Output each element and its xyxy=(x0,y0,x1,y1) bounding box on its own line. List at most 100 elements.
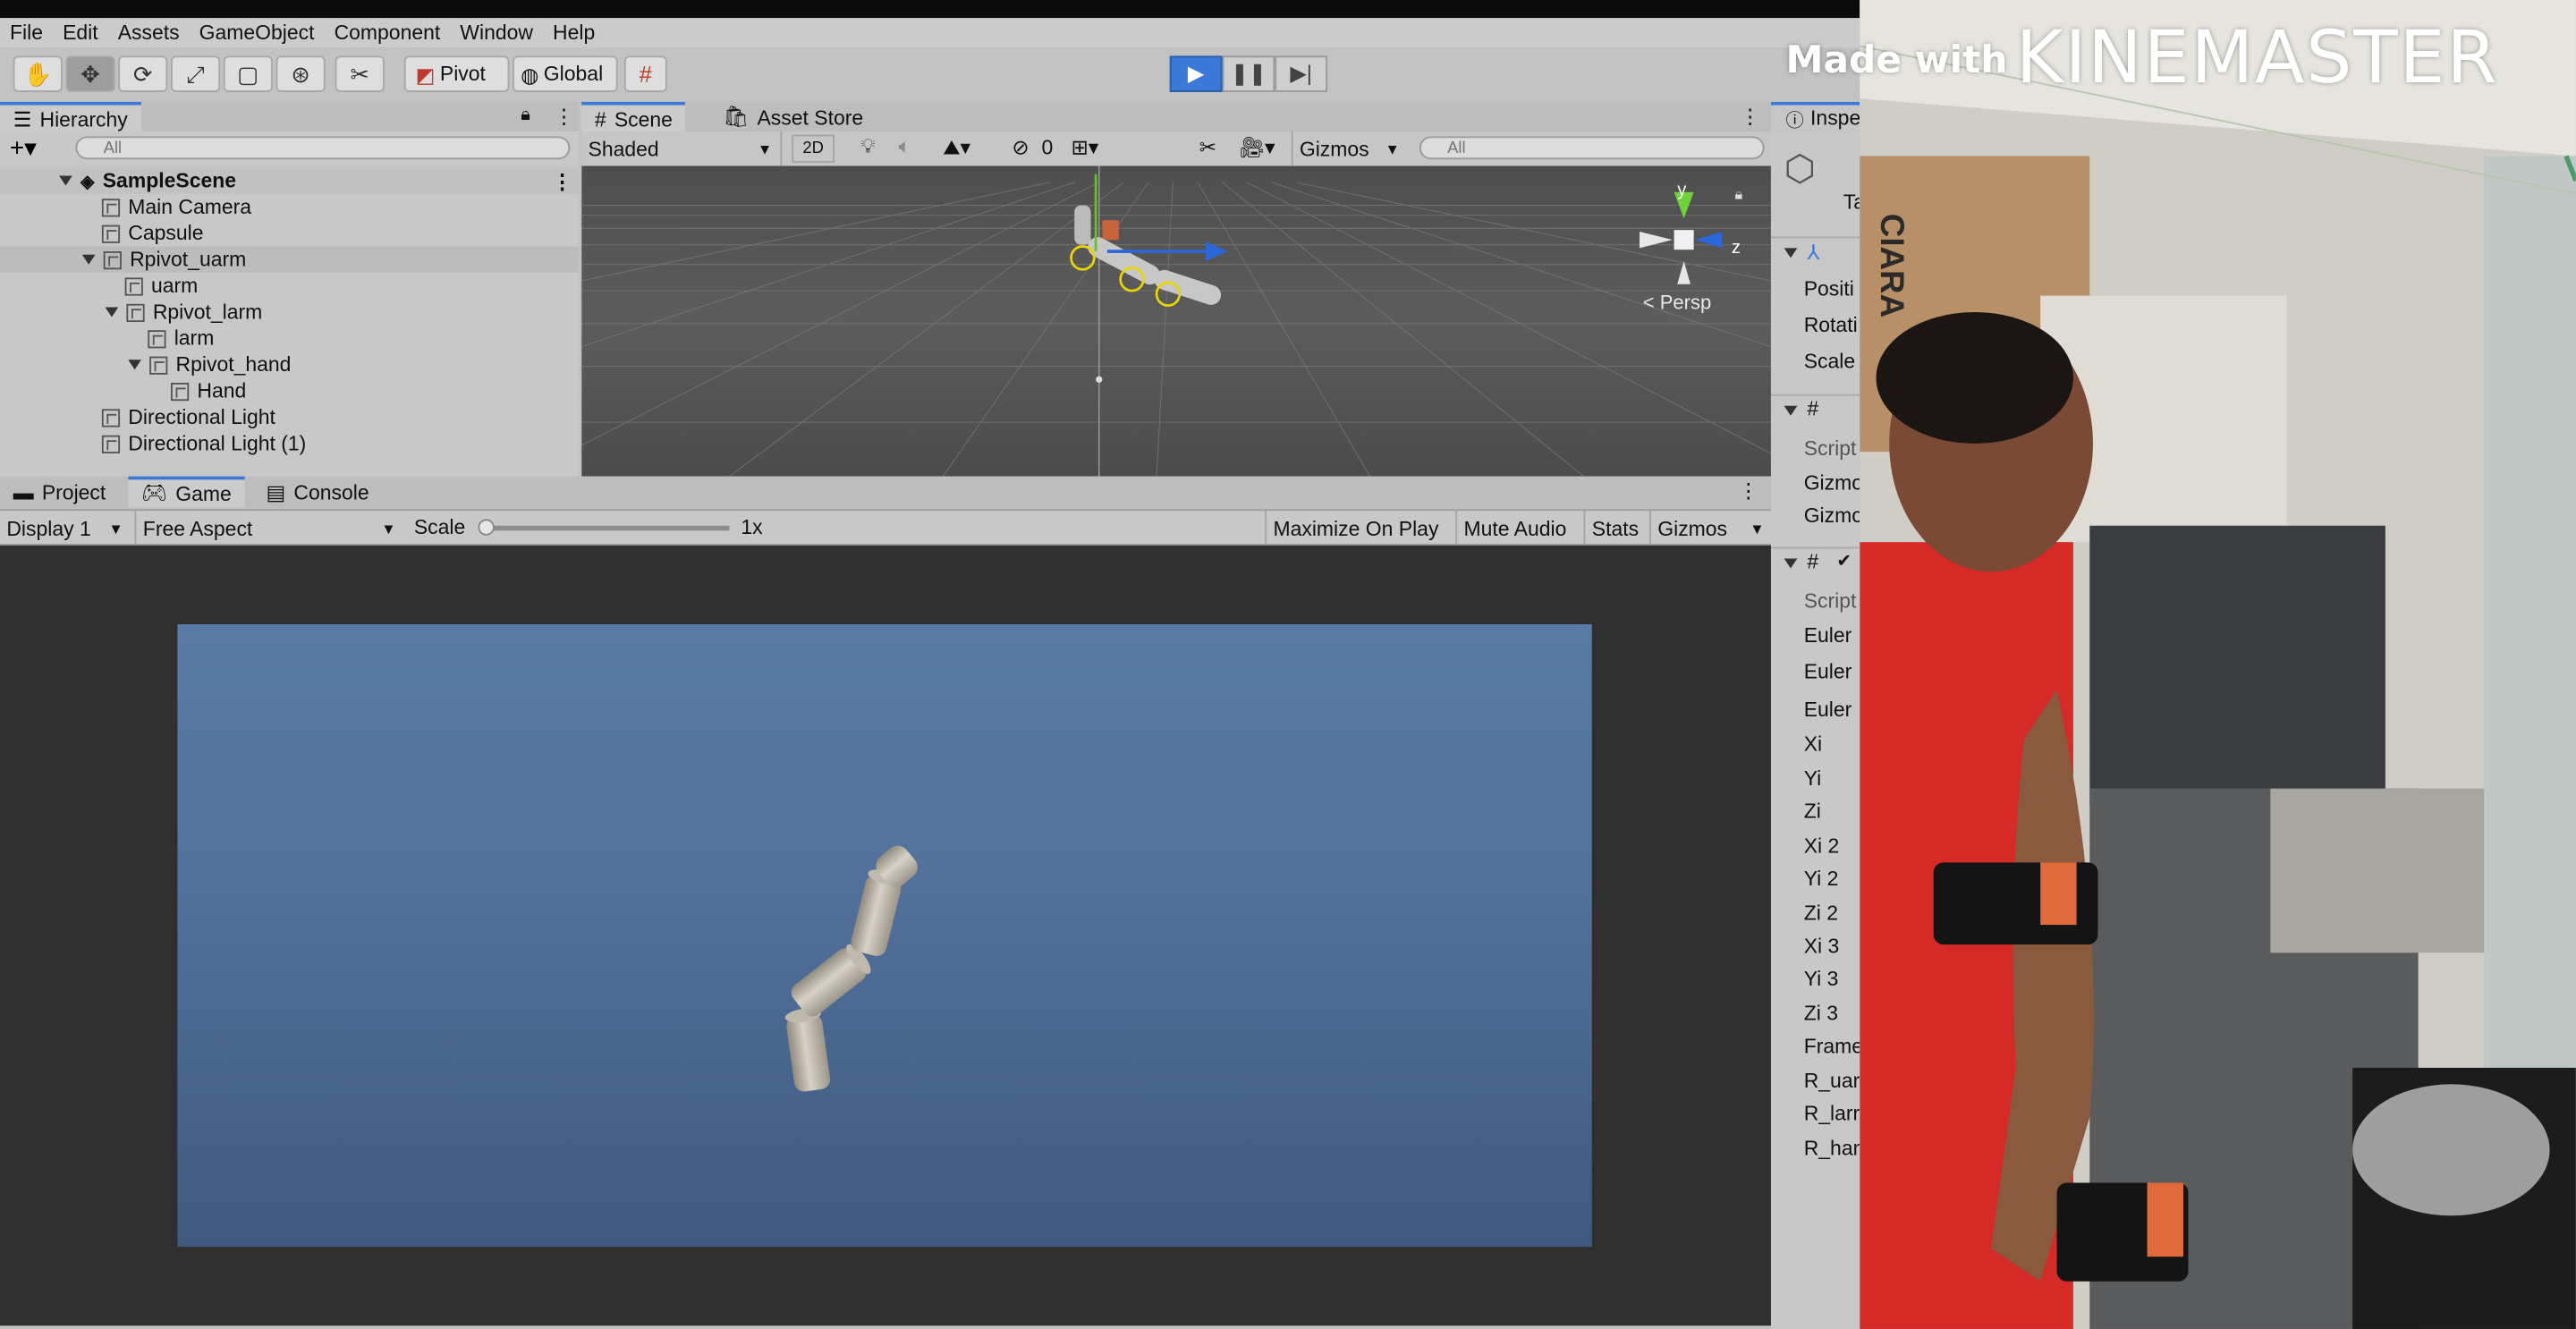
webcam-scene-illustration xyxy=(1860,0,2576,1329)
gameobject-icon xyxy=(148,329,166,348)
display-dropdown[interactable]: Display 1 ▼ xyxy=(0,511,131,546)
lock-icon[interactable]: 🔒︎ xyxy=(1735,186,1743,204)
field-label: Frame xyxy=(1803,1035,1860,1058)
game-viewport[interactable] xyxy=(177,623,1592,1248)
scale-tool-button[interactable]: ⤢ xyxy=(171,55,221,92)
tab-game[interactable]: 🎮︎ Game xyxy=(128,476,245,508)
game-gizmos-dropdown[interactable]: Gizmos ▼ xyxy=(1649,511,1771,546)
tab-asset-store[interactable]: 🛍︎ Asset Store xyxy=(709,102,876,133)
item-label: Directional Light xyxy=(128,405,275,429)
step-button[interactable]: ▶| xyxy=(1275,55,1328,92)
tab-label: Console xyxy=(293,480,369,504)
move-tool-button[interactable]: ✥ xyxy=(65,55,115,92)
hierarchy-item[interactable]: Rpivot_uarm xyxy=(0,246,579,273)
script-component-header[interactable]: # xyxy=(1770,394,1860,424)
scene-root-row[interactable]: ◈ SampleScene ⋮ xyxy=(0,167,579,194)
tools-icon[interactable]: ✂ xyxy=(1199,135,1216,159)
scene-viewport[interactable]: y z < Persp 🔒︎ xyxy=(581,165,1771,477)
gameobject-icon: ⬡ xyxy=(1784,148,1816,190)
expand-arrow-icon[interactable] xyxy=(59,175,72,186)
game-toolbar: Display 1 ▼ Free Aspect ▼ Scale 1x Maximiz… xyxy=(0,511,1771,546)
item-label: larm xyxy=(174,326,215,351)
scene-name: SampleScene xyxy=(102,169,237,192)
hierarchy-item[interactable]: Directional Light xyxy=(0,404,579,430)
global-toggle[interactable]: ◍ Global xyxy=(513,55,618,92)
hierarchy-item[interactable]: Directional Light (1) xyxy=(0,430,579,456)
lighting-icon[interactable]: 💡︎ xyxy=(860,135,875,160)
global-label: Global xyxy=(543,62,604,86)
move-icon: ✥ xyxy=(80,60,100,87)
hierarchy-item[interactable]: Main Camera xyxy=(0,194,579,220)
effects-icon[interactable]: ⛰︎▾ xyxy=(943,135,970,161)
mute-audio-toggle[interactable]: Mute Audio xyxy=(1455,511,1572,546)
main-toolbar: ✋ ✥ ⟳ ⤢ ▢ ⊛ ✂ ◩ Pivot ◍ Global # ▶ ❚❚ ▶| xyxy=(0,47,1860,101)
tab-scene[interactable]: # Scene xyxy=(581,101,686,133)
hierarchy-item[interactable]: Capsule xyxy=(0,220,579,246)
custom-tool-button[interactable]: ✂ xyxy=(335,55,385,92)
transform-header[interactable]: ⅄ xyxy=(1770,236,1860,266)
scale-slider-thumb[interactable] xyxy=(478,519,495,536)
expand-arrow-icon[interactable] xyxy=(81,254,96,265)
pivot-icon: ◩ xyxy=(415,63,436,87)
bottom-tab-header: ▬ Project 🎮︎ Game ▤ Console ⋮ xyxy=(0,476,1771,512)
expand-arrow-icon[interactable] xyxy=(105,307,119,317)
maximize-on-play-toggle[interactable]: Maximize On Play xyxy=(1265,511,1445,546)
shading-dropdown[interactable]: Shaded ▼ xyxy=(581,131,783,166)
hierarchy-item[interactable]: Hand xyxy=(0,377,579,403)
menu-component[interactable]: Component xyxy=(325,21,451,45)
more-menu-icon[interactable]: ⋮ xyxy=(1740,104,1760,129)
hierarchy-title: Hierarchy xyxy=(39,107,128,131)
more-menu-icon[interactable]: ⋮ xyxy=(554,104,574,129)
camera-icon[interactable]: 🎥︎▾ xyxy=(1239,135,1275,161)
menu-window[interactable]: Window xyxy=(450,21,543,45)
script-component-header[interactable]: # ✔ xyxy=(1770,546,1860,577)
hierarchy-search-input[interactable] xyxy=(75,136,571,160)
play-button[interactable]: ▶ xyxy=(1169,55,1223,92)
scene-more-icon[interactable]: ⋮ xyxy=(552,168,572,193)
menu-assets[interactable]: Assets xyxy=(108,21,190,45)
2d-toggle[interactable]: 2D xyxy=(792,134,835,163)
persp-label[interactable]: < Persp xyxy=(1643,291,1712,314)
grid-snap-button[interactable]: # xyxy=(623,55,667,92)
hierarchy-item[interactable]: Rpivot_larm xyxy=(0,299,579,325)
arm-segment-upper xyxy=(1074,205,1091,245)
tab-inspector[interactable]: ⓘ Inspe xyxy=(1770,101,1860,133)
rect-tool-button[interactable]: ▢ xyxy=(223,55,273,92)
menu-gameobject[interactable]: GameObject xyxy=(190,21,325,45)
scale-slider[interactable] xyxy=(478,519,730,536)
tab-project[interactable]: ▬ Project xyxy=(0,477,119,508)
rotate-tool-button[interactable]: ⟳ xyxy=(118,55,168,92)
transform-tool-button[interactable]: ⊛ xyxy=(275,55,326,92)
menu-file[interactable]: File xyxy=(0,21,53,45)
aspect-dropdown[interactable]: Free Aspect ▼ xyxy=(134,511,404,546)
scene-gizmos-dropdown[interactable]: Gizmos ▼ xyxy=(1291,131,1407,166)
audio-icon[interactable]: 🔈︎ xyxy=(899,135,911,160)
scene-search-input[interactable] xyxy=(1419,136,1765,160)
hierarchy-item[interactable]: Rpivot_hand xyxy=(0,351,579,377)
tab-console[interactable]: ▤ Console xyxy=(253,477,383,508)
item-label: Directional Light (1) xyxy=(128,432,307,455)
scale-label: Scale xyxy=(413,515,466,539)
pivot-toggle[interactable]: ◩ Pivot xyxy=(403,55,510,92)
hand-tool-button[interactable]: ✋ xyxy=(13,55,63,92)
enabled-checkbox[interactable]: ✔ xyxy=(1836,550,1852,571)
expand-arrow-icon[interactable] xyxy=(128,360,141,370)
tab-hierarchy[interactable]: ☰ Hierarchy xyxy=(0,101,141,133)
pause-button[interactable]: ❚❚ xyxy=(1222,55,1275,92)
menu-help[interactable]: Help xyxy=(543,21,605,45)
hierarchy-item[interactable]: uarm xyxy=(0,273,579,299)
field-label: Gizmo xyxy=(1803,504,1860,528)
stats-toggle[interactable]: Stats xyxy=(1583,511,1646,546)
item-label: Hand xyxy=(197,379,247,403)
hierarchy-item[interactable]: larm xyxy=(0,326,579,351)
field-label: Yi 2 xyxy=(1803,867,1839,891)
menu-bar: File Edit Assets GameObject Component Wi… xyxy=(0,18,1860,48)
aspect-label: Free Aspect xyxy=(142,516,253,540)
gameobject-icon xyxy=(101,198,121,216)
lock-icon[interactable]: 🔒︎ xyxy=(521,106,530,127)
add-icon[interactable]: +▾ xyxy=(10,133,37,163)
visibility-icon[interactable]: ⊘ xyxy=(1012,135,1029,159)
menu-edit[interactable]: Edit xyxy=(53,21,108,45)
more-menu-icon[interactable]: ⋮ xyxy=(1738,478,1758,503)
snap-grid-icon[interactable]: ⊞▾ xyxy=(1072,135,1099,159)
